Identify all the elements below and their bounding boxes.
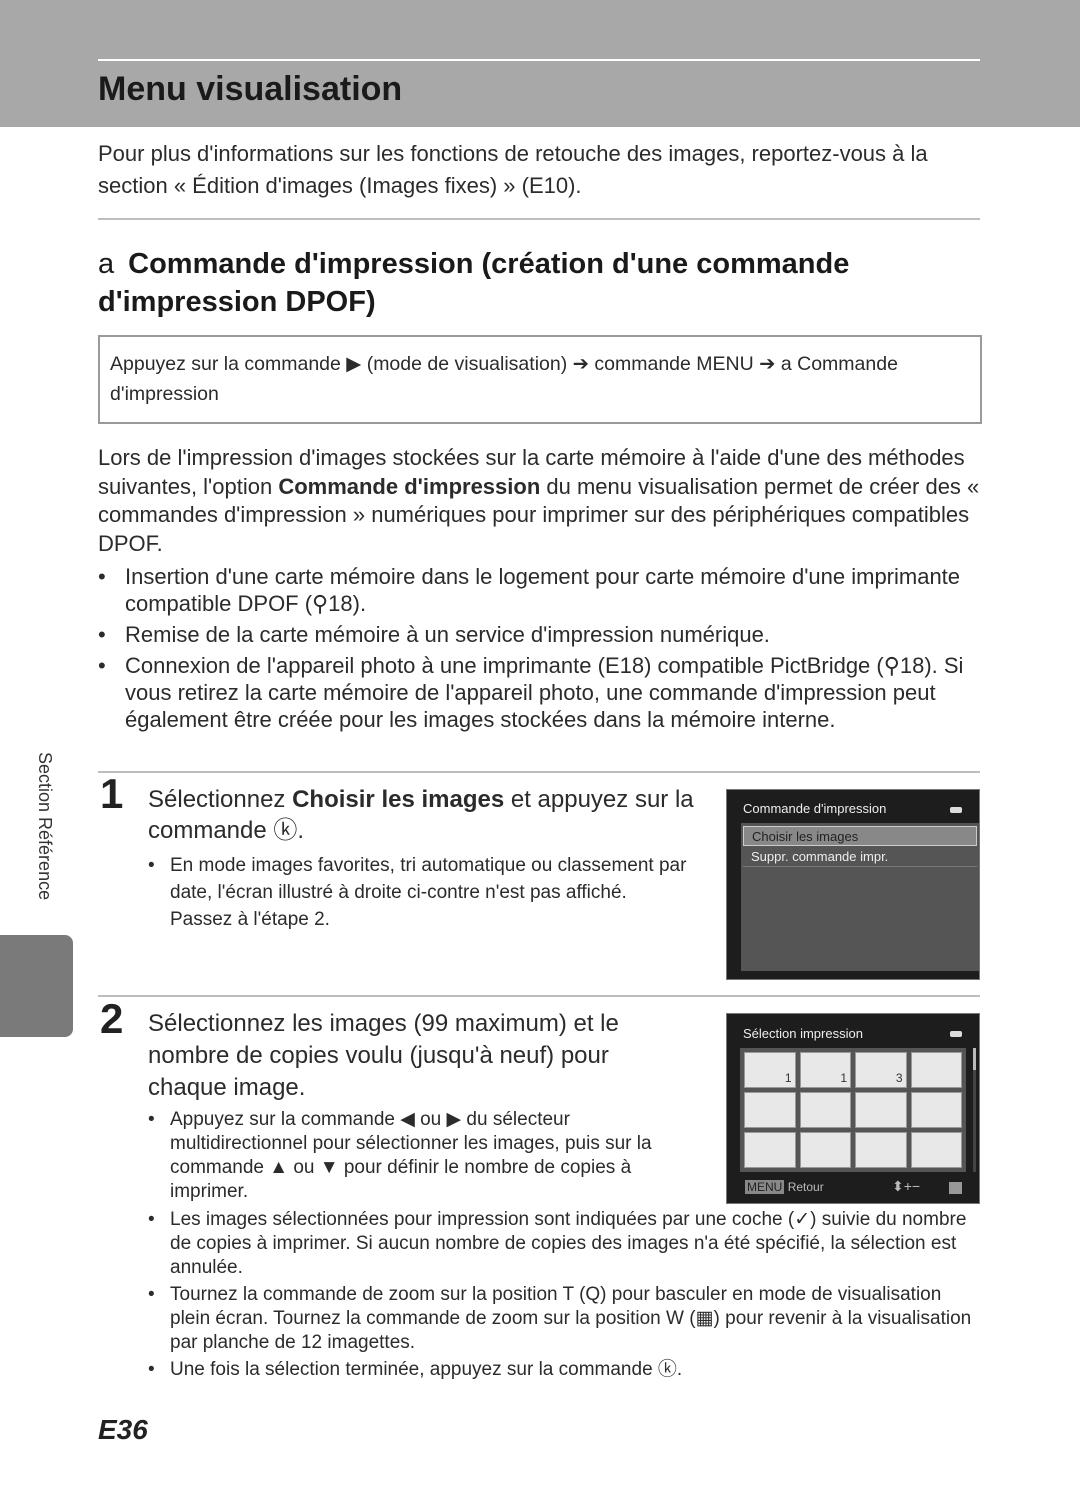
thumbnail[interactable] — [799, 1132, 851, 1168]
thumbnail[interactable] — [855, 1132, 907, 1168]
page-number: E36 — [98, 1414, 148, 1445]
list-item: Une fois la sélection terminée, appuyez … — [148, 1358, 983, 1382]
divider — [98, 218, 980, 220]
thumbnail[interactable] — [855, 1092, 907, 1128]
menu-item[interactable]: Suppr. commande impr. — [743, 847, 977, 867]
step-2-notes-a: Appuyez sur la commande ◀ ou ▶ du sélect… — [148, 1108, 688, 1204]
list-item: En mode images favorites, tri automatiqu… — [148, 852, 688, 933]
battery-icon — [950, 807, 962, 813]
battery-icon — [950, 1031, 962, 1037]
list-item: Appuyez sur la commande ◀ ou ▶ du sélect… — [148, 1108, 688, 1204]
divider — [98, 995, 980, 997]
thumbnail[interactable] — [799, 1092, 851, 1128]
intro-text: Pour plus d'informations sur les fonctio… — [98, 141, 928, 198]
step-2-number: 2 — [100, 995, 124, 1042]
menu-icon: MENU — [745, 1180, 785, 1194]
section-heading: a Commande d'impression (création d'une c… — [98, 245, 978, 321]
thumbnail[interactable]: 1 — [744, 1052, 796, 1088]
page-title: Menu visualisation — [98, 70, 403, 108]
scrollbar[interactable] — [973, 1048, 976, 1172]
menu-list: Choisir les images Suppr. commande impr. — [741, 823, 979, 971]
thumbnail[interactable] — [744, 1132, 796, 1168]
thumbnail-grid: 1 1 3 — [740, 1048, 966, 1172]
thumbnail[interactable] — [910, 1132, 962, 1168]
camera-screen-print-order: Commande d'impression Choisir les images… — [726, 789, 980, 980]
menu-item-selected[interactable]: Choisir les images — [743, 826, 977, 846]
method-list: Insertion d'une carte mémoire dans le lo… — [98, 563, 978, 733]
step-2-notes-b: Les images sélectionnées pour impression… — [148, 1208, 983, 1382]
thumbnail[interactable]: 1 — [799, 1052, 851, 1088]
header-rule — [98, 59, 980, 61]
zoom-icon — [949, 1182, 962, 1194]
screen-title: Commande d'impression — [743, 801, 887, 816]
step-2-heading: Sélectionnez les images (99 maximum) et … — [148, 1010, 619, 1101]
section-title: Commande d'impression (création d'une co… — [98, 248, 850, 318]
copies-controls: ⬍+− — [892, 1178, 921, 1194]
list-item: Les images sélectionnées pour impression… — [148, 1208, 983, 1280]
thumbnail[interactable]: 3 — [855, 1052, 907, 1088]
menu-path-box: Appuyez sur la commande ▶ (mode de visua… — [98, 335, 982, 424]
desc-option: Commande d'impression — [278, 473, 541, 499]
camera-screen-selection: Sélection impression 1 1 3 MENU Retour ⬍… — [726, 1013, 980, 1204]
section-tab — [0, 935, 73, 1037]
step-1-notes: En mode images favorites, tri automatiqu… — [148, 852, 688, 933]
side-label: Section Référence — [35, 752, 55, 901]
thumbnail[interactable] — [910, 1052, 962, 1088]
section-icon: a — [98, 248, 115, 280]
step-1-heading: Sélectionnez Choisir les images et appuy… — [148, 786, 694, 844]
step-1-number: 1 — [100, 770, 124, 817]
list-item: Tournez la commande de zoom sur la posit… — [148, 1283, 983, 1355]
screen-title: Sélection impression — [743, 1026, 863, 1041]
thumbnail[interactable] — [910, 1092, 962, 1128]
list-item: Connexion de l'appareil photo à une impr… — [98, 652, 978, 733]
page-header: Menu visualisation — [0, 0, 1080, 127]
list-item: Remise de la carte mémoire à un service … — [98, 621, 978, 648]
thumbnail[interactable] — [744, 1092, 796, 1128]
divider — [98, 771, 980, 773]
footer-back: MENU Retour — [745, 1180, 824, 1194]
list-item: Insertion d'une carte mémoire dans le lo… — [98, 563, 978, 617]
description: Lors de l'impression d'images stockées s… — [98, 444, 982, 558]
